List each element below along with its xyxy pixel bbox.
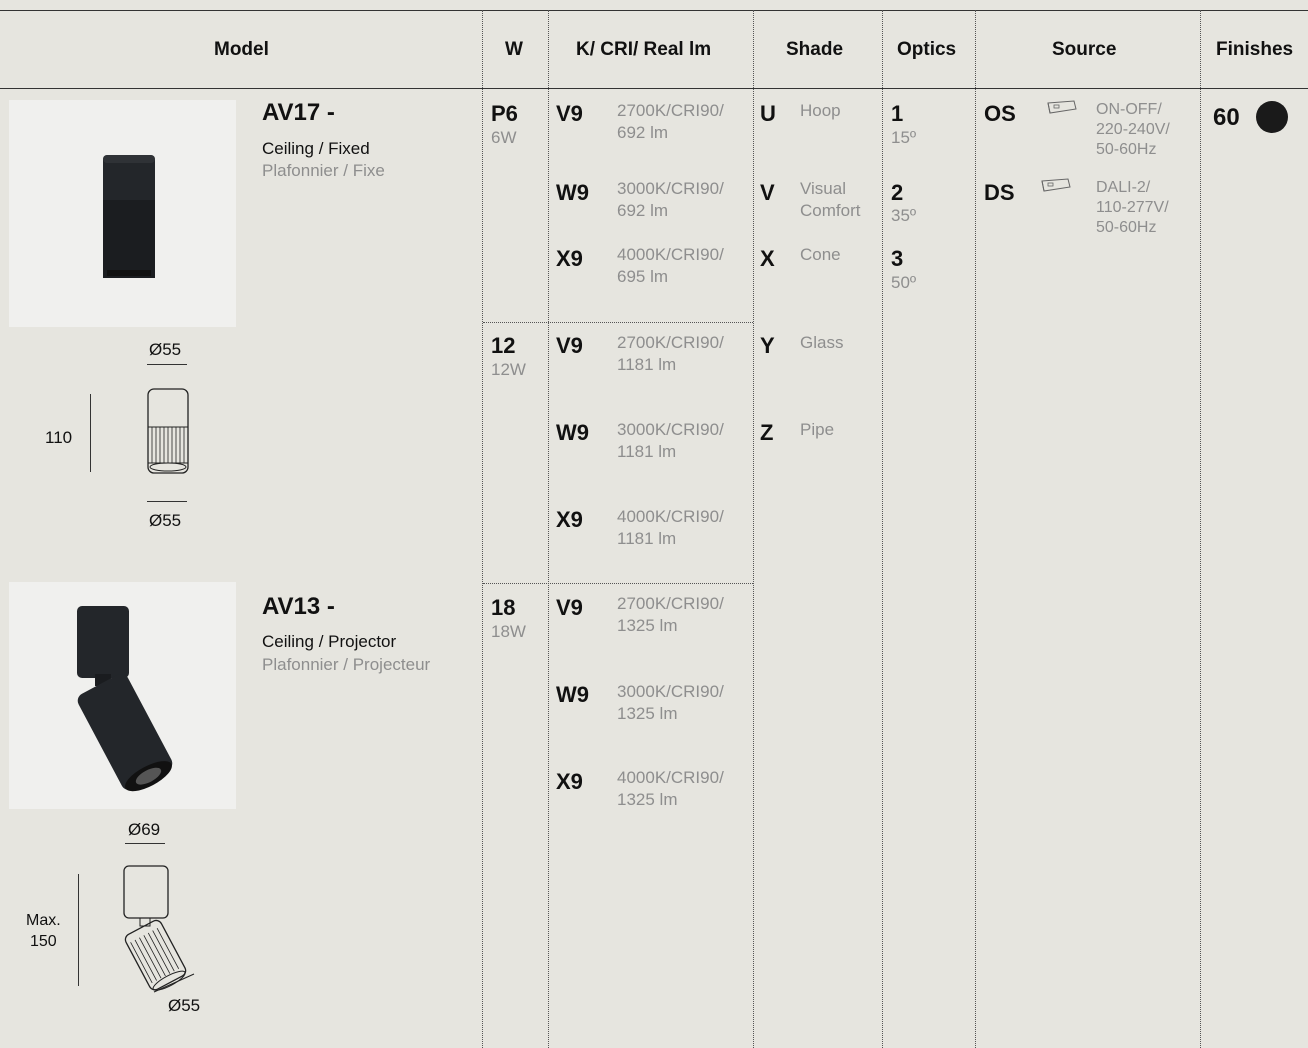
kcri-desc: 3000K/CRI90/ 1181 lm bbox=[617, 420, 724, 461]
col-divider bbox=[482, 10, 483, 1048]
kcri-desc: 4000K/CRI90/ 1181 lm bbox=[617, 507, 724, 548]
kcri-desc: 3000K/CRI90/ 1325 lm bbox=[617, 682, 724, 723]
finish-code: 60 bbox=[1213, 104, 1240, 131]
source-code: DS bbox=[984, 180, 1015, 205]
shade-code: U bbox=[760, 101, 776, 126]
col-divider bbox=[1200, 10, 1201, 1048]
shade-desc: Visual Comfort bbox=[800, 179, 861, 220]
dim-bottom: Ø55 bbox=[168, 996, 201, 1015]
dim-height: 110 bbox=[45, 428, 73, 447]
optics-sub: 15º bbox=[891, 128, 917, 147]
dim-bottom: Ø55 bbox=[149, 511, 182, 530]
shade-code: Y bbox=[760, 333, 775, 358]
header-w: W bbox=[505, 39, 523, 60]
optics-code: 1 bbox=[891, 101, 904, 126]
header-shade: Shade bbox=[786, 39, 844, 60]
technical-drawing-av17 bbox=[140, 385, 200, 482]
top-rule bbox=[0, 10, 1308, 11]
col-divider bbox=[975, 10, 976, 1048]
source-code: OS bbox=[984, 101, 1016, 126]
source-desc: DALI-2/ 110-277V/ 50-60Hz bbox=[1096, 179, 1169, 236]
model-code: AV17 - bbox=[262, 99, 335, 126]
optics-sub: 35º bbox=[891, 206, 917, 225]
header-optics: Optics bbox=[897, 39, 957, 60]
col-divider bbox=[548, 10, 549, 1048]
kcri-code: X9 bbox=[556, 246, 583, 271]
kcri-desc: 4000K/CRI90/ 1325 lm bbox=[617, 768, 724, 809]
product-photo-av13 bbox=[9, 582, 236, 809]
dim-line bbox=[147, 501, 187, 502]
w-code: 12 bbox=[491, 333, 516, 358]
shade-desc: Cone bbox=[800, 245, 841, 264]
model-name: Ceiling / Fixed bbox=[262, 139, 370, 158]
col-divider bbox=[753, 10, 754, 1048]
model-name: Ceiling / Projector bbox=[262, 632, 397, 651]
group-divider bbox=[483, 583, 753, 584]
finish-swatch bbox=[1256, 101, 1288, 133]
shade-desc: Glass bbox=[800, 333, 844, 352]
header-model: Model bbox=[214, 39, 269, 60]
kcri-desc: 2700K/CRI90/ 1181 lm bbox=[617, 333, 724, 374]
w-code: 18 bbox=[491, 595, 516, 620]
kcri-desc: 3000K/CRI90/ 692 lm bbox=[617, 179, 724, 220]
dim-height: Max. 150 bbox=[26, 912, 61, 950]
kcri-code: V9 bbox=[556, 333, 583, 358]
header-finishes: Finishes bbox=[1216, 39, 1294, 60]
product-photo-av17 bbox=[9, 100, 236, 327]
kcri-code: X9 bbox=[556, 769, 583, 794]
dim-line bbox=[78, 874, 79, 986]
w-sub: 12W bbox=[491, 360, 526, 379]
header-rule bbox=[0, 88, 1308, 89]
col-divider bbox=[882, 10, 883, 1048]
kcri-code: X9 bbox=[556, 507, 583, 532]
w-sub: 18W bbox=[491, 622, 526, 641]
dim-line bbox=[90, 394, 91, 472]
shade-code: Z bbox=[760, 420, 774, 445]
dim-line bbox=[147, 364, 187, 365]
kcri-desc: 2700K/CRI90/ 1325 lm bbox=[617, 594, 724, 635]
source-desc: ON-OFF/ 220-240V/ 50-60Hz bbox=[1096, 101, 1170, 158]
driver-icon bbox=[1042, 100, 1078, 121]
model-name-fr: Plafonnier / Projecteur bbox=[262, 655, 431, 674]
shade-desc: Pipe bbox=[800, 420, 835, 439]
technical-drawing-av13 bbox=[118, 862, 198, 1007]
kcri-code: W9 bbox=[556, 682, 589, 707]
w-sub: 6W bbox=[491, 128, 517, 147]
model-code: AV13 - bbox=[262, 593, 335, 620]
kcri-code: W9 bbox=[556, 180, 589, 205]
kcri-code: W9 bbox=[556, 420, 589, 445]
optics-code: 3 bbox=[891, 246, 904, 271]
group-divider bbox=[483, 322, 753, 323]
shade-desc: Hoop bbox=[800, 101, 841, 120]
header-source: Source bbox=[1052, 39, 1117, 60]
shade-code: V bbox=[760, 180, 775, 205]
kcri-desc: 2700K/CRI90/ 692 lm bbox=[617, 101, 724, 142]
dim-top: Ø55 bbox=[149, 340, 182, 359]
kcri-code: V9 bbox=[556, 101, 583, 126]
shade-code: X bbox=[760, 246, 775, 271]
dim-line bbox=[125, 843, 165, 844]
header-kcri: K/ CRI/ Real lm bbox=[576, 39, 712, 60]
w-code: P6 bbox=[491, 101, 518, 126]
optics-sub: 50º bbox=[891, 273, 917, 292]
optics-code: 2 bbox=[891, 180, 904, 205]
kcri-code: V9 bbox=[556, 595, 583, 620]
dim-top: Ø69 bbox=[128, 820, 161, 839]
model-name-fr: Plafonnier / Fixe bbox=[262, 161, 385, 180]
driver-icon bbox=[1036, 178, 1072, 199]
kcri-desc: 4000K/CRI90/ 695 lm bbox=[617, 245, 724, 286]
